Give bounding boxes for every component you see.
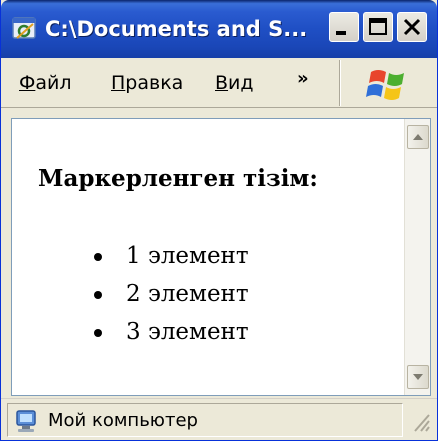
list-item-text: 1 элемент (126, 243, 249, 269)
my-computer-icon (16, 410, 36, 432)
page-viewport[interactable]: Маркерленген тізім: 1 элемент 2 элемент … (11, 118, 431, 396)
list-item: 3 элемент (92, 313, 372, 351)
scroll-down-button[interactable] (407, 365, 429, 389)
status-text: Мой компьютер (48, 410, 198, 431)
menu-file-accelerator: Ф (19, 72, 36, 94)
minimize-button[interactable] (329, 12, 359, 42)
window-title: C:\Documents and S... (45, 17, 308, 41)
list-item-text: 2 элемент (126, 281, 249, 307)
menu-bar: Файл Правка Вид » (1, 58, 437, 108)
page-heading: Маркерленген тізім: (38, 165, 318, 192)
menu-edit-label: равка (125, 72, 184, 94)
windows-logo-icon (366, 70, 404, 100)
list-item: 2 элемент (92, 275, 372, 313)
bulleted-list: 1 элемент 2 элемент 3 элемент (92, 237, 372, 351)
bullet-icon (94, 253, 102, 261)
minimize-icon (336, 31, 346, 35)
menu-edit-accelerator: П (111, 72, 126, 94)
close-button[interactable] (397, 12, 427, 42)
menu-view-label: ид (228, 72, 254, 94)
menu-edit[interactable]: Правка (111, 70, 183, 96)
resize-grip-icon[interactable] (409, 409, 433, 435)
arrow-down-icon (413, 374, 423, 380)
menu-file[interactable]: Файл (19, 70, 72, 96)
menu-separator (339, 60, 341, 106)
internet-explorer-icon (12, 17, 36, 39)
menu-file-label: айл (35, 72, 72, 94)
list-item: 1 элемент (92, 237, 372, 275)
scroll-up-button[interactable] (407, 125, 429, 149)
maximize-button[interactable] (363, 12, 393, 42)
maximize-icon (369, 18, 387, 35)
status-bar: Мой компьютер (1, 398, 437, 440)
title-bar[interactable]: C:\Documents and S... (1, 0, 437, 58)
menu-view-accelerator: В (215, 72, 229, 94)
bullet-icon (94, 291, 102, 299)
bullet-icon (94, 329, 102, 337)
menu-overflow-chevron-icon[interactable]: » (297, 66, 321, 92)
menu-view[interactable]: Вид (215, 70, 254, 96)
status-panel: Мой компьютер (7, 403, 403, 437)
browser-window: C:\Documents and S... Файл Правка Вид » (0, 0, 438, 441)
list-item-text: 3 элемент (126, 319, 249, 345)
arrow-up-icon (413, 134, 423, 140)
close-icon (403, 18, 421, 36)
vertical-scrollbar[interactable] (404, 119, 430, 395)
